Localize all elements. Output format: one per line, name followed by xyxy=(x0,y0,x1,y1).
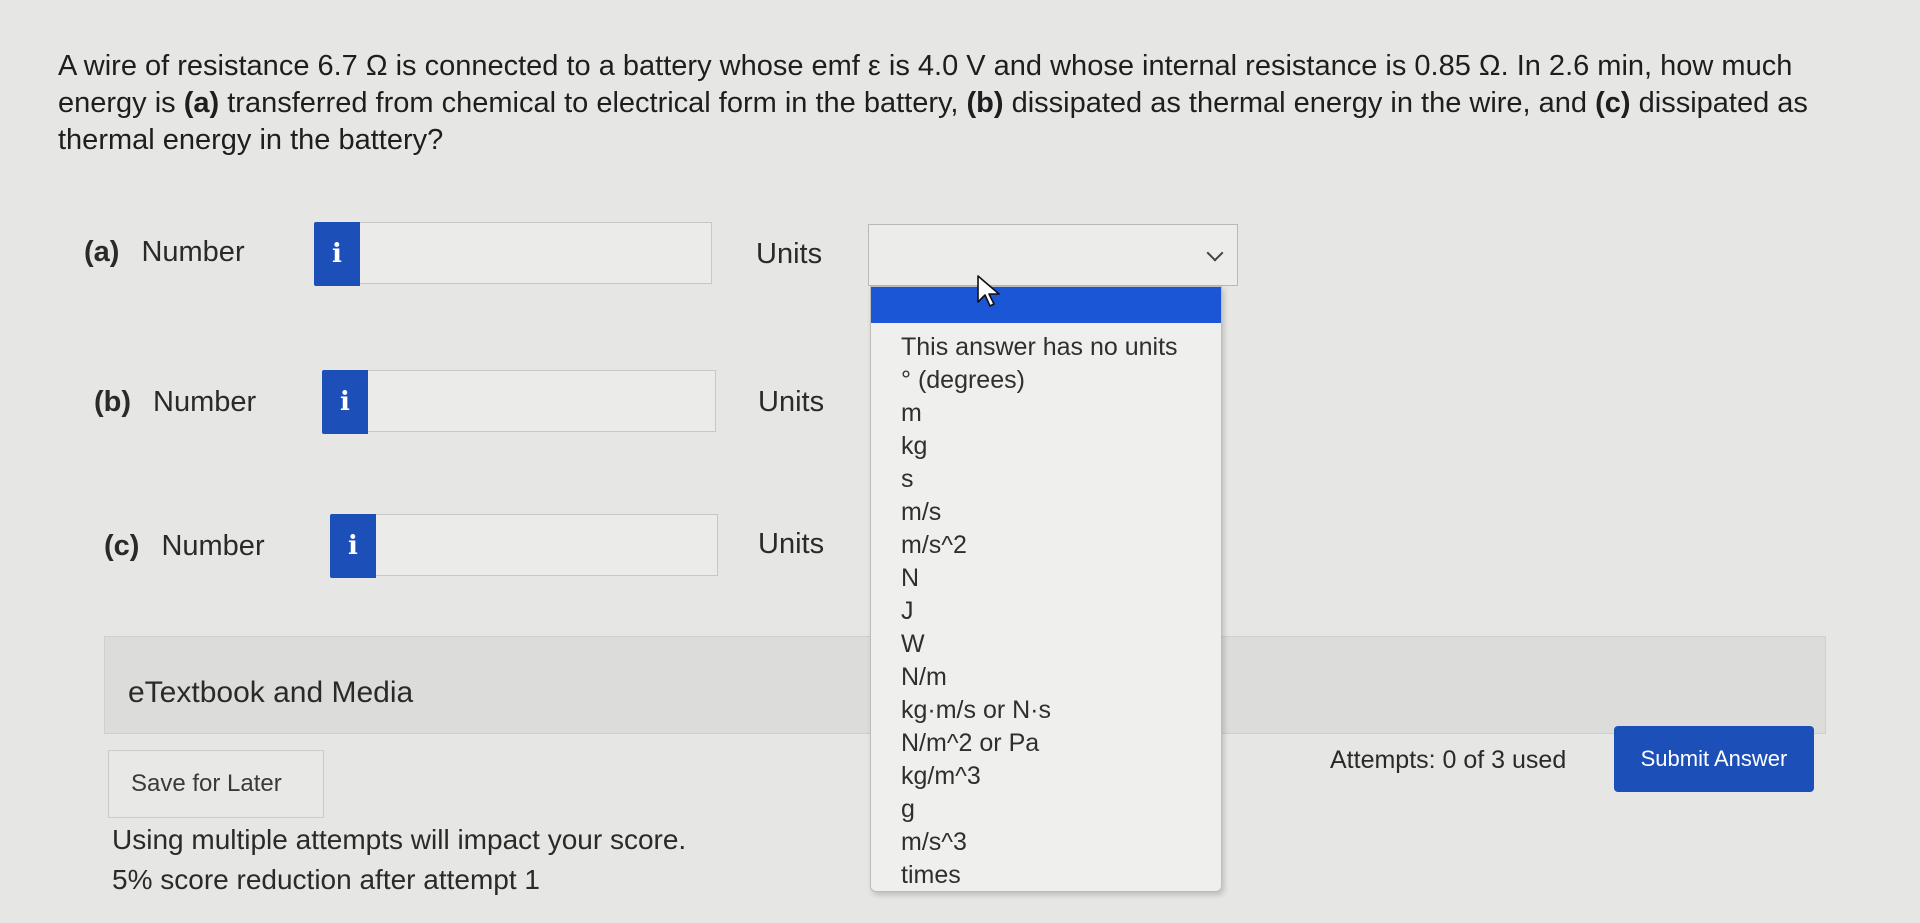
question-segment: transferred from chemical to electrical … xyxy=(219,87,967,119)
part-c-letter: (c) xyxy=(104,530,140,562)
units-option[interactable]: kg/m^3 xyxy=(871,760,1221,793)
units-option[interactable]: This answer has no units xyxy=(871,331,1221,364)
dropdown-highlighted-option[interactable] xyxy=(871,287,1221,323)
part-a-number-input[interactable] xyxy=(360,222,712,284)
units-option[interactable]: N/m xyxy=(871,661,1221,694)
submit-answer-button[interactable]: Submit Answer xyxy=(1614,726,1814,792)
part-b-number-input[interactable] xyxy=(368,370,716,432)
info-icon[interactable]: i xyxy=(314,222,360,286)
question-segment: dissipated as thermal energy in the wire… xyxy=(1003,87,1596,119)
question-segment: (a) xyxy=(183,87,220,119)
question-segment: (b) xyxy=(966,87,1004,119)
part-b-number-label: Number xyxy=(153,386,257,418)
units-option[interactable]: m/s^3 xyxy=(871,826,1221,859)
attempts-counter: Attempts: 0 of 3 used xyxy=(1330,746,1567,774)
part-a-label: (a) Number xyxy=(84,236,245,269)
part-b-letter: (b) xyxy=(94,386,132,418)
part-a-letter: (a) xyxy=(84,236,120,268)
units-dropdown-list[interactable]: This answer has no units ° (degrees) m kg s m… xyxy=(870,286,1222,892)
info-icon-glyph: i xyxy=(348,531,358,561)
etextbook-label[interactable]: eTextbook and Media xyxy=(128,676,413,710)
units-option[interactable]: ° (degrees) xyxy=(871,364,1221,397)
units-option[interactable]: N/m^2 or Pa xyxy=(871,727,1221,760)
part-a-number-label: Number xyxy=(141,236,245,268)
units-option[interactable]: J xyxy=(871,595,1221,628)
part-b-units-label: Units xyxy=(758,386,825,418)
units-option[interactable]: m xyxy=(871,397,1221,430)
units-option[interactable]: times xyxy=(871,859,1221,891)
units-option[interactable]: W xyxy=(871,628,1221,661)
part-c-units-label: Units xyxy=(758,528,825,560)
units-option[interactable]: N xyxy=(871,562,1221,595)
chevron-down-icon xyxy=(1206,244,1224,262)
units-option[interactable]: kg xyxy=(871,430,1221,463)
units-option[interactable]: m/s xyxy=(871,496,1221,529)
units-option[interactable]: g xyxy=(871,793,1221,826)
question-text: A wire of resistance 6.7 Ω is connected … xyxy=(58,48,1868,159)
part-c-number-input[interactable] xyxy=(376,514,718,576)
part-c-label: (c) Number xyxy=(104,530,265,563)
info-icon-glyph: i xyxy=(340,387,350,417)
score-reduction-note: 5% score reduction after attempt 1 xyxy=(112,864,540,895)
question-segment: (c) xyxy=(1595,87,1631,119)
units-option[interactable]: kg·m/s or N·s xyxy=(871,694,1221,727)
part-c-number-label: Number xyxy=(161,530,265,562)
part-a-units-select[interactable] xyxy=(868,224,1238,286)
info-icon[interactable]: i xyxy=(322,370,368,434)
part-a-units-label: Units xyxy=(756,238,823,270)
mouse-cursor-icon xyxy=(977,275,1000,307)
info-icon[interactable]: i xyxy=(330,514,376,578)
units-option[interactable]: m/s^2 xyxy=(871,529,1221,562)
attempts-warning-note: Using multiple attempts will impact your… xyxy=(112,824,687,855)
units-option[interactable]: s xyxy=(871,463,1221,496)
info-icon-glyph: i xyxy=(332,239,342,269)
part-b-label: (b) Number xyxy=(94,386,256,419)
save-for-later-button[interactable]: Save for Later xyxy=(108,750,324,818)
